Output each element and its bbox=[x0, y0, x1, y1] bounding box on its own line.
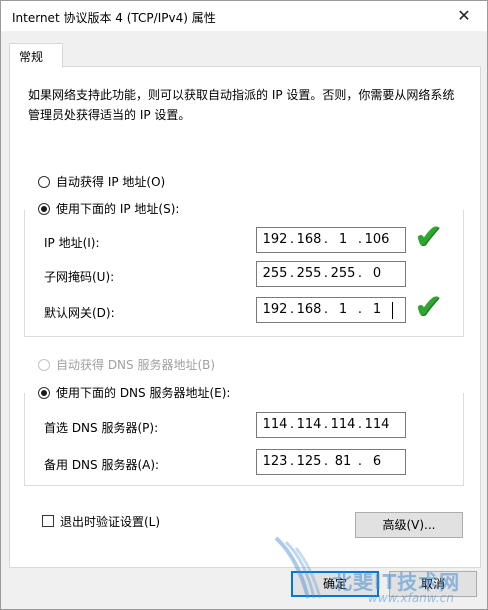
ok-button[interactable]: 确定 bbox=[291, 571, 379, 597]
auto-ip-label[interactable]: 自动获得 IP 地址(O) bbox=[56, 173, 165, 190]
auto-dns-label[interactable]: 自动获得 DNS 服务器地址(B) bbox=[56, 356, 215, 373]
alternate-dns-field[interactable]: 123 . 125 . 81 . 6 bbox=[256, 449, 406, 475]
octet: 114 bbox=[262, 417, 288, 432]
description-text: 如果网络支持此功能，则可以获取自动指派的 IP 设置。否则，你需要从网络系统管理… bbox=[28, 88, 455, 122]
checkmark-icon: ✔ bbox=[414, 287, 443, 327]
advanced-button[interactable]: 高级(V)... bbox=[355, 512, 463, 538]
octet: 1 bbox=[372, 302, 382, 317]
octet: 255 bbox=[262, 266, 288, 281]
cancel-button[interactable]: 取消 bbox=[389, 571, 477, 597]
manual-ip-label[interactable]: 使用下面的 IP 地址(S): bbox=[56, 200, 184, 217]
octet: 255 bbox=[296, 266, 322, 281]
ip-address-field[interactable]: 192 . 168 . 1 . 106 bbox=[256, 227, 406, 253]
octet: 0 bbox=[372, 266, 382, 281]
validate-checkbox-label[interactable]: 退出时验证设置(L) bbox=[60, 513, 160, 530]
manual-dns-label[interactable]: 使用下面的 DNS 服务器地址(E): bbox=[56, 384, 235, 401]
octet: 81 bbox=[334, 454, 352, 469]
auto-dns-radio[interactable] bbox=[38, 359, 50, 371]
octet: 125 bbox=[296, 454, 322, 469]
preferred-dns-label: 首选 DNS 服务器(P): bbox=[44, 421, 159, 435]
manual-dns-radio[interactable] bbox=[38, 387, 50, 399]
octet: 106 bbox=[364, 232, 390, 247]
auto-ip-radio[interactable] bbox=[38, 176, 50, 188]
default-gateway-label: 默认网关(D): bbox=[44, 306, 115, 320]
octet: 1 bbox=[338, 302, 348, 317]
octet: 114 bbox=[330, 417, 356, 432]
close-icon: ✕ bbox=[457, 6, 471, 25]
validate-checkbox[interactable] bbox=[42, 515, 54, 527]
preferred-dns-field[interactable]: 114 . 114 . 114 . 114 bbox=[256, 412, 406, 438]
manual-ip-radio[interactable] bbox=[38, 203, 50, 215]
octet: 255 bbox=[330, 266, 356, 281]
octet: 1 bbox=[338, 232, 348, 247]
subnet-mask-label: 子网掩码(U): bbox=[44, 270, 115, 284]
general-panel: 如果网络支持此功能，则可以获取自动指派的 IP 设置。否则，你需要从网络系统管理… bbox=[9, 66, 481, 568]
checkmark-icon: ✔ bbox=[414, 217, 443, 257]
octet: 192 bbox=[262, 232, 288, 247]
octet: 6 bbox=[372, 454, 382, 469]
ip-address-label: IP 地址(I): bbox=[44, 236, 100, 250]
tab-general-label: 常规 bbox=[19, 50, 44, 64]
alternate-dns-label: 备用 DNS 服务器(A): bbox=[44, 458, 160, 472]
octet: 123 bbox=[262, 454, 288, 469]
octet: 168 bbox=[296, 302, 322, 317]
close-button[interactable]: ✕ bbox=[451, 4, 477, 28]
dialog-window: Internet 协议版本 4 (TCP/IPv4) 属性 ✕ 常规 如果网络支… bbox=[0, 0, 488, 610]
subnet-mask-field[interactable]: 255 . 255 . 255 . 0 bbox=[256, 261, 406, 287]
octet: 114 bbox=[296, 417, 322, 432]
text-caret bbox=[392, 302, 393, 319]
octet: 192 bbox=[262, 302, 288, 317]
default-gateway-field[interactable]: 192 . 168 . 1 . 1 bbox=[256, 297, 406, 323]
octet: 114 bbox=[364, 417, 390, 432]
tab-general[interactable]: 常规 bbox=[9, 43, 63, 68]
window-title: Internet 协议版本 4 (TCP/IPv4) 属性 bbox=[12, 11, 216, 25]
title-bar: Internet 协议版本 4 (TCP/IPv4) 属性 ✕ bbox=[1, 1, 487, 31]
octet: 168 bbox=[296, 232, 322, 247]
